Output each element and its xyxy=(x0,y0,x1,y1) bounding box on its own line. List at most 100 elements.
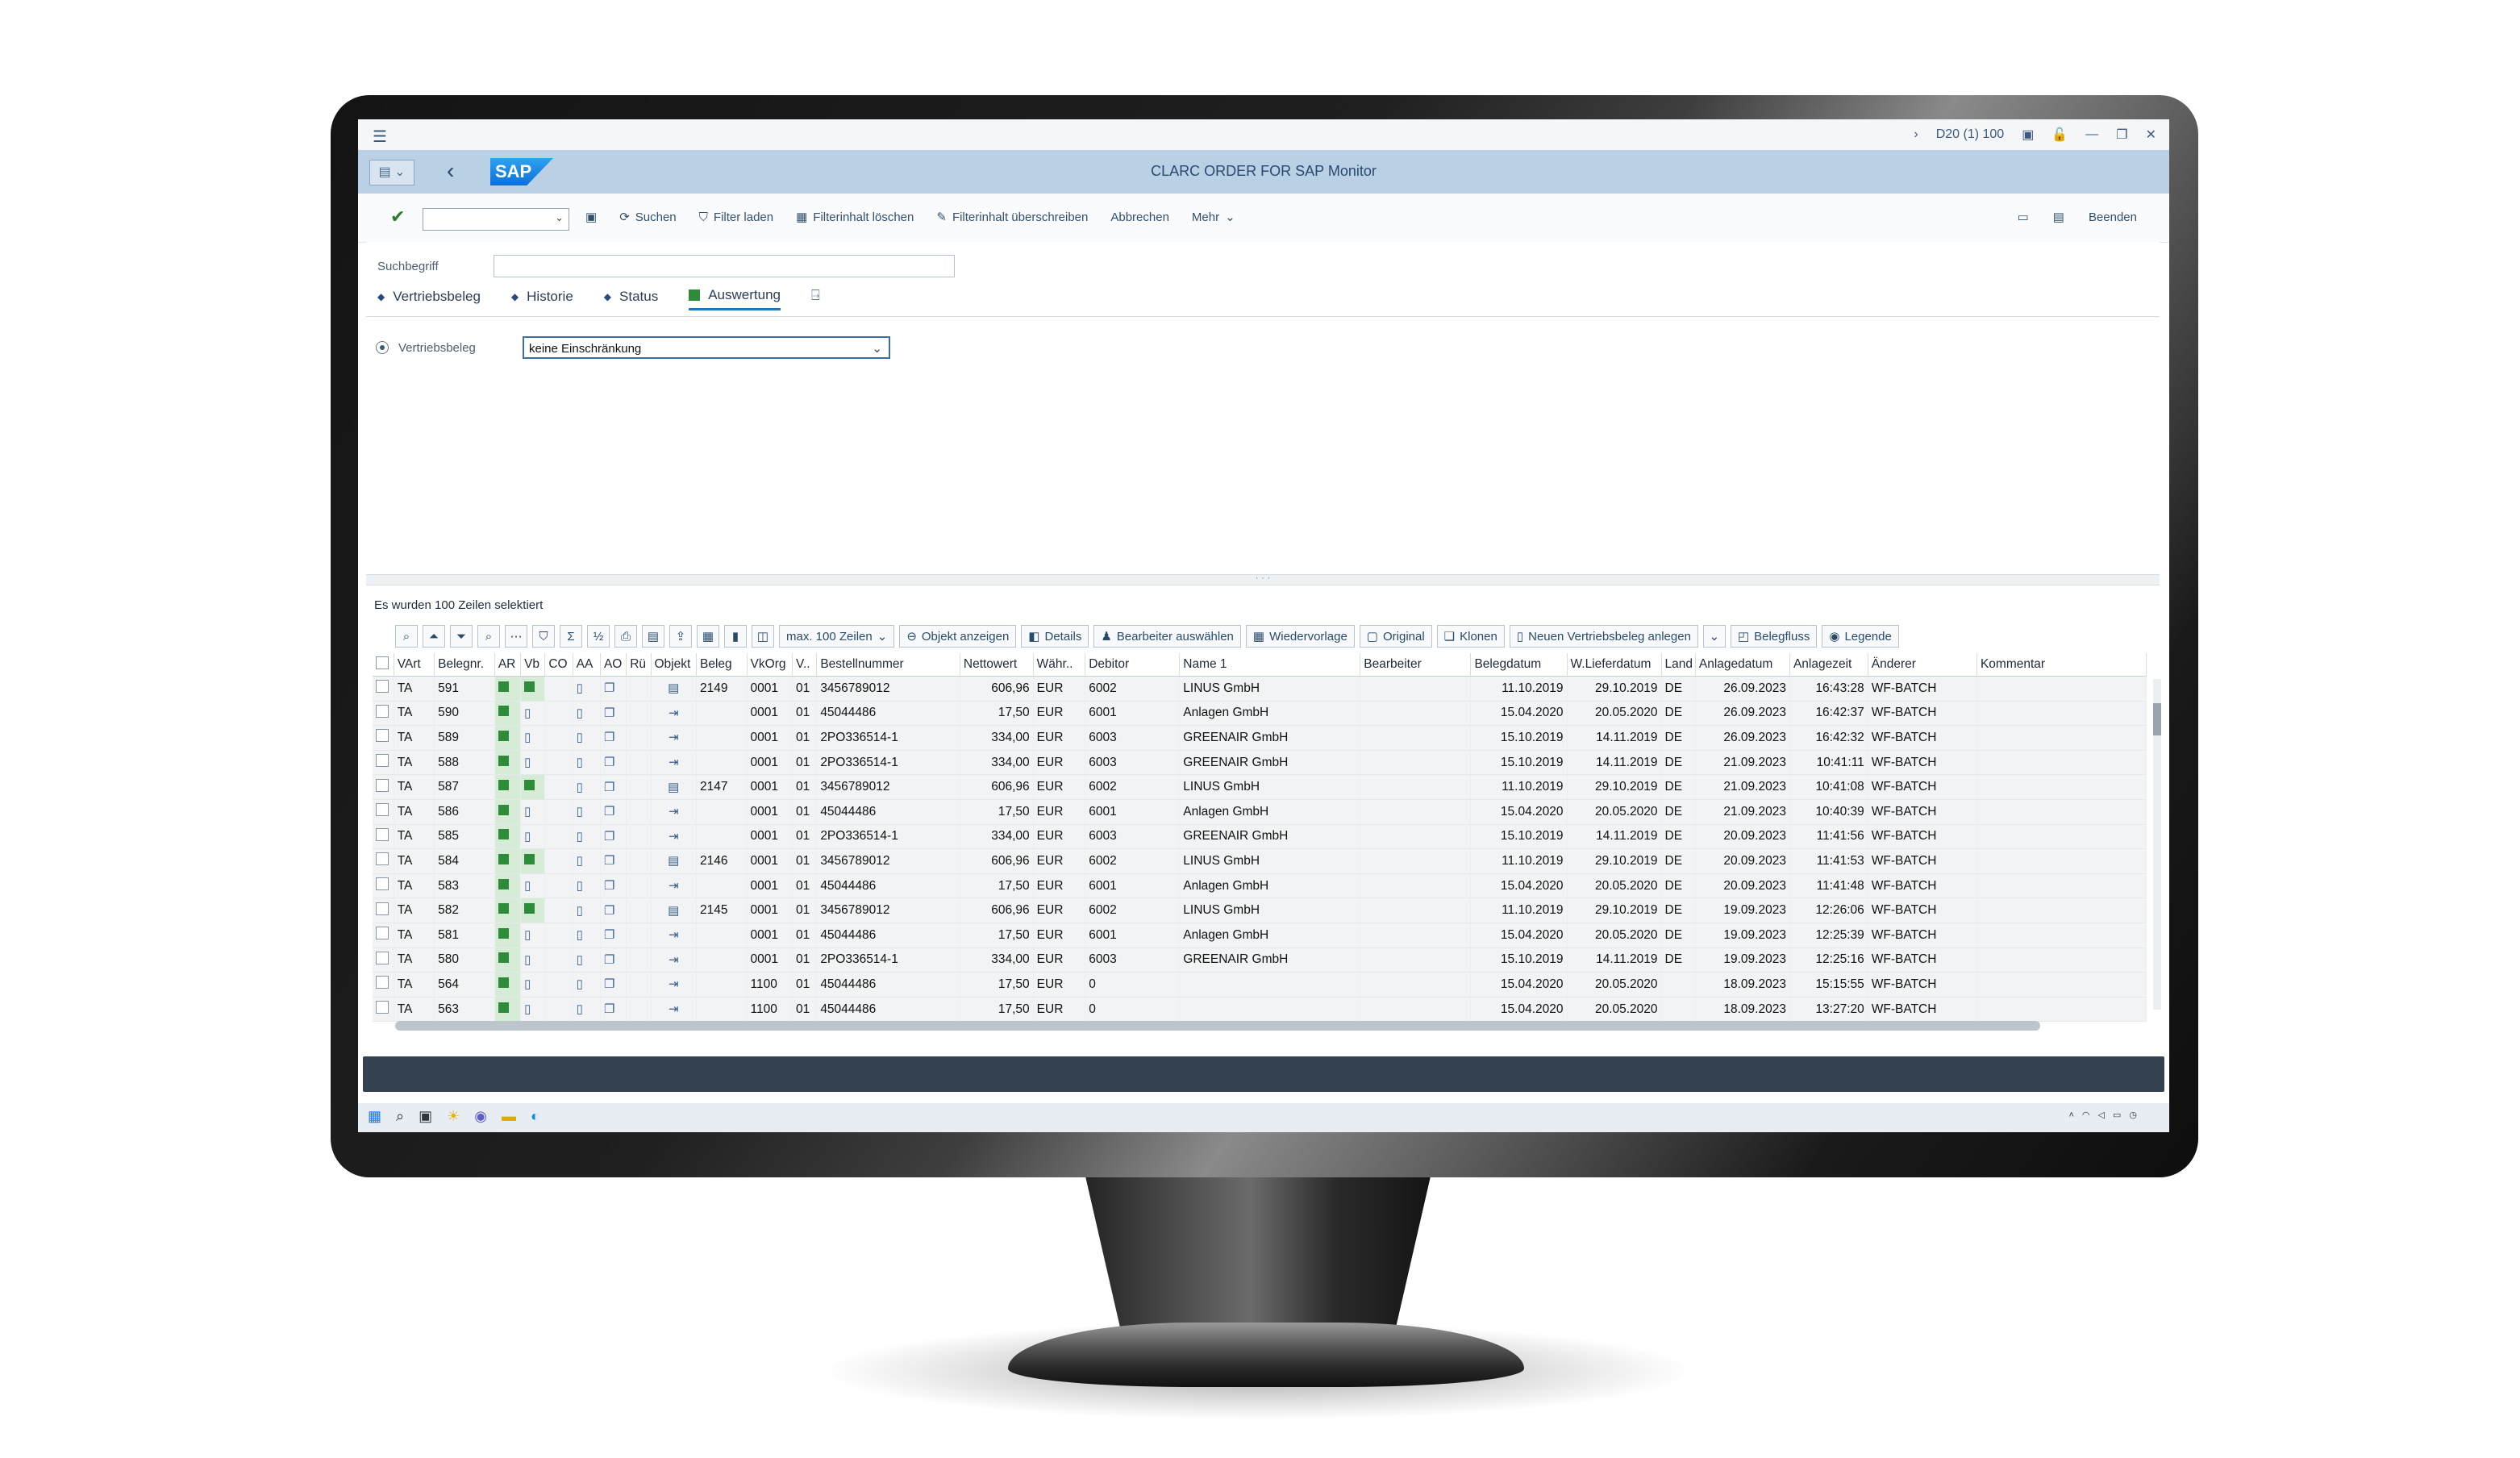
column-header[interactable]: Nettowert xyxy=(960,653,1034,677)
lock-icon[interactable]: 🔓 xyxy=(2051,127,2068,143)
row-checkbox[interactable] xyxy=(376,852,389,866)
object-arrow-icon[interactable]: ⇥ xyxy=(669,928,679,942)
folder-icon[interactable]: ▬ xyxy=(502,1108,516,1125)
row-checkbox[interactable] xyxy=(376,680,389,694)
row-checkbox-cell[interactable] xyxy=(373,676,394,702)
row-checkbox-cell[interactable] xyxy=(373,873,394,899)
row-checkbox-cell[interactable] xyxy=(373,848,394,874)
find-next-icon[interactable]: ⋯ xyxy=(505,625,527,648)
task-view-icon[interactable]: ▣ xyxy=(419,1108,432,1125)
select-all-checkbox-cell[interactable] xyxy=(373,653,394,677)
table-row[interactable]: TA 583 ▯ ▯ ❐ ⇥ 0001 01 45044486 17,50 EUR 6001 Anlag… xyxy=(373,873,2147,899)
column-header[interactable]: V.. xyxy=(792,653,818,677)
column-header[interactable]: Land xyxy=(1661,653,1696,677)
search-icon[interactable]: ⌕ xyxy=(396,1108,404,1125)
object-arrow-icon[interactable]: ⇥ xyxy=(669,756,679,769)
sort-asc-icon[interactable]: ⏶ xyxy=(423,625,445,648)
object-arrow-icon[interactable]: ⇥ xyxy=(669,977,679,991)
row-checkbox[interactable] xyxy=(376,976,389,989)
object-arrow-icon[interactable]: ⇥ xyxy=(669,953,679,967)
layout-icon[interactable]: ▦ xyxy=(697,625,719,648)
variant-select[interactable]: ⌄ xyxy=(423,208,569,231)
details-button[interactable]: ◧ Details xyxy=(1021,625,1089,648)
maximize-icon[interactable]: ❐ xyxy=(2116,127,2127,143)
max-rows-button[interactable]: max. 100 Zeilen ⌄ xyxy=(779,625,895,648)
chat-icon[interactable]: ◉ xyxy=(474,1108,487,1125)
row-checkbox[interactable] xyxy=(376,827,389,841)
column-header[interactable]: AA xyxy=(573,653,601,677)
table-row[interactable]: TA 588 ▯ ▯ ❐ ⇥ 0001 01 2PO336514-1 334,00 EUR 6003 G… xyxy=(373,750,2147,776)
scroll-thumb[interactable] xyxy=(395,1021,2040,1031)
chart-icon[interactable]: ▮ xyxy=(724,625,747,648)
table-row[interactable]: TA 563 ▯ ▯ ❐ ⇥ 1100 01 45044486 17,50 EUR 0 15.04.20… xyxy=(373,997,2147,1023)
tab-vertriebsbeleg[interactable]: ◆ Vertriebsbeleg xyxy=(377,287,481,310)
doc-flow-button[interactable]: ◰ Belegfluss xyxy=(1730,625,1818,648)
view-icon[interactable]: ▤ xyxy=(642,625,664,648)
volume-icon[interactable]: ◁ xyxy=(2098,1110,2105,1120)
subtotal-icon[interactable]: ½ xyxy=(587,625,610,648)
windows-start-icon[interactable]: ▦ xyxy=(368,1108,381,1125)
column-header[interactable]: VkOrg xyxy=(747,653,793,677)
row-checkbox[interactable] xyxy=(376,877,389,891)
row-checkbox-cell[interactable] xyxy=(373,824,394,850)
object-arrow-icon[interactable]: ⇥ xyxy=(669,805,679,819)
battery-icon[interactable]: ▭ xyxy=(2113,1110,2121,1120)
search-button[interactable]: ⟳ Suchen xyxy=(619,210,676,225)
row-checkbox-cell[interactable] xyxy=(373,750,394,776)
row-checkbox[interactable] xyxy=(376,729,389,743)
chevron-up-icon[interactable]: ˄ xyxy=(2068,1110,2073,1120)
table-row[interactable]: TA 580 ▯ ▯ ❐ ⇥ 0001 01 2PO336514-1 334,00 EUR 6003 G… xyxy=(373,948,2147,973)
execute-check-icon[interactable]: ✔ xyxy=(390,206,405,227)
row-checkbox[interactable] xyxy=(376,927,389,940)
object-document-icon[interactable]: ▤ xyxy=(668,681,679,695)
minimize-icon[interactable]: — xyxy=(2085,127,2098,142)
column-header[interactable]: AR xyxy=(494,653,522,677)
table-row[interactable]: TA 564 ▯ ▯ ❐ ⇥ 1100 01 45044486 17,50 EUR 0 15.04.20… xyxy=(373,972,2147,998)
table-row[interactable]: TA 591 ▯ ❐ ▤ 2149 0001 01 3456789012 606,96 EUR 600… xyxy=(373,676,2147,702)
tab-list-icon[interactable]: ⍈ xyxy=(811,287,820,310)
chevron-right-icon[interactable]: › xyxy=(1914,127,1918,142)
selection-radio[interactable] xyxy=(376,341,389,354)
column-header[interactable]: Anlagedatum xyxy=(1695,653,1790,677)
row-checkbox[interactable] xyxy=(376,951,389,964)
info-icon[interactable]: ◫ xyxy=(752,625,774,648)
clear-filter-button[interactable]: ▦ Filterinhalt löschen xyxy=(796,210,914,225)
tab-status[interactable]: ◆ Status xyxy=(604,287,658,310)
column-header[interactable]: CO xyxy=(544,653,573,677)
column-header[interactable]: Name 1 xyxy=(1179,653,1361,677)
show-object-button[interactable]: ⊖ Objekt anzeigen xyxy=(899,625,1017,648)
row-checkbox-cell[interactable] xyxy=(373,972,394,998)
cancel-button[interactable]: Abbrechen xyxy=(1110,210,1169,224)
column-header[interactable]: Kommentar xyxy=(1976,653,2147,677)
row-checkbox-cell[interactable] xyxy=(373,701,394,727)
row-checkbox-cell[interactable] xyxy=(373,997,394,1023)
more-button[interactable]: Mehr ⌄ xyxy=(1192,210,1235,225)
tab-historie[interactable]: ◆ Historie xyxy=(511,287,573,310)
object-arrow-icon[interactable]: ⇥ xyxy=(669,830,679,844)
print-icon[interactable]: ⎙ xyxy=(614,625,637,648)
object-arrow-icon[interactable]: ⇥ xyxy=(669,1002,679,1016)
table-row[interactable]: TA 582 ▯ ❐ ▤ 2145 0001 01 3456789012 606,96 EUR 600… xyxy=(373,898,2147,923)
column-header[interactable]: Rü xyxy=(626,653,652,677)
horizontal-scrollbar[interactable] xyxy=(395,1021,2040,1031)
object-arrow-icon[interactable]: ⇥ xyxy=(669,879,679,893)
overwrite-filter-button[interactable]: ✎ Filterinhalt überschreiben xyxy=(936,210,1088,225)
row-checkbox[interactable] xyxy=(376,902,389,915)
find-icon[interactable]: ⌕ xyxy=(477,625,500,648)
row-checkbox[interactable] xyxy=(376,803,389,817)
sort-desc-icon[interactable]: ⏷ xyxy=(450,625,473,648)
session-icon[interactable]: ▣ xyxy=(2022,127,2034,143)
row-checkbox-cell[interactable] xyxy=(373,725,394,751)
column-header[interactable]: VArt xyxy=(394,653,435,677)
window-icon[interactable]: ▭ xyxy=(2018,210,2029,224)
export-icon[interactable]: ⇪ xyxy=(669,625,692,648)
wifi-icon[interactable]: ◠ xyxy=(2082,1110,2090,1120)
select-all-checkbox[interactable] xyxy=(376,656,389,669)
table-row[interactable]: TA 589 ▯ ▯ ❐ ⇥ 0001 01 2PO336514-1 334,00 EUR 6003 G… xyxy=(373,725,2147,751)
splitter-handle[interactable]: · · · xyxy=(366,573,2160,585)
row-checkbox-cell[interactable] xyxy=(373,799,394,825)
row-checkbox-cell[interactable] xyxy=(373,898,394,923)
chevron-down-icon[interactable]: ⌄ xyxy=(1702,625,1726,648)
column-header[interactable]: Debitor xyxy=(1085,653,1181,677)
column-header[interactable]: Objekt xyxy=(651,653,697,677)
